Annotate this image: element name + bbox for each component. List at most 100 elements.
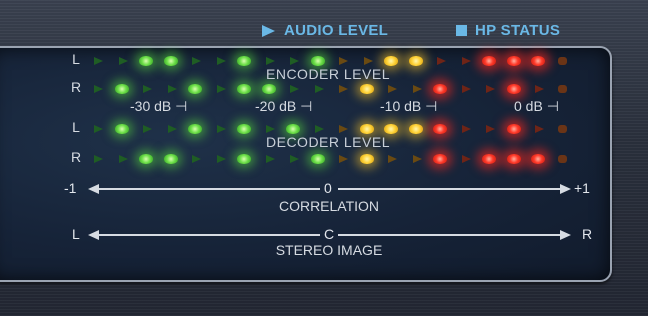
meter-led bbox=[461, 85, 471, 93]
meter-led bbox=[433, 124, 447, 134]
stereo-image-caption: STEREO IMAGE bbox=[275, 242, 383, 258]
correlation-line-right bbox=[338, 188, 560, 190]
audio-level-indicator: AUDIO LEVEL bbox=[262, 22, 388, 39]
meter-led bbox=[363, 57, 373, 65]
meter-led bbox=[482, 56, 496, 66]
stereo-line-left bbox=[98, 234, 320, 236]
meter-led bbox=[433, 84, 447, 94]
meter-led bbox=[384, 124, 398, 134]
stereo-right: R bbox=[582, 226, 593, 242]
meter-led bbox=[237, 124, 251, 134]
audio-level-label: AUDIO LEVEL bbox=[284, 22, 389, 39]
meter-led bbox=[412, 85, 422, 93]
meter-led bbox=[163, 154, 178, 164]
arrow-right-icon bbox=[560, 184, 571, 194]
meter-led bbox=[506, 56, 521, 66]
meter-led bbox=[388, 155, 397, 163]
meter-led bbox=[290, 57, 299, 65]
meter-led bbox=[506, 124, 521, 134]
meter-led bbox=[310, 56, 325, 66]
hp-status-indicator: HP STATUS bbox=[456, 22, 560, 39]
meter-led bbox=[486, 125, 495, 133]
meter-led bbox=[139, 154, 153, 164]
meter-led bbox=[114, 124, 129, 134]
meter-led bbox=[339, 85, 348, 93]
meter-led bbox=[557, 125, 567, 133]
meter-led bbox=[94, 85, 103, 93]
meter-led bbox=[408, 56, 423, 66]
meter-led bbox=[359, 154, 374, 164]
meter-led bbox=[461, 125, 471, 133]
hp-status-label: HP STATUS bbox=[475, 22, 561, 39]
meter-led bbox=[237, 56, 251, 66]
meter-led bbox=[482, 154, 496, 164]
meter-led bbox=[143, 85, 152, 93]
meter-row-label: R bbox=[70, 149, 82, 165]
meter-led bbox=[461, 155, 471, 163]
meter-led bbox=[237, 154, 251, 164]
meter-led bbox=[167, 125, 177, 133]
encoder-level-label: ENCODER LEVEL bbox=[266, 66, 390, 82]
correlation-line-left bbox=[98, 188, 320, 190]
meter-led bbox=[506, 154, 521, 164]
meter-led bbox=[461, 57, 471, 65]
meter-led bbox=[216, 85, 226, 93]
meter-led bbox=[557, 85, 567, 93]
meter-led bbox=[557, 155, 567, 163]
meter-led bbox=[314, 125, 324, 133]
meter-led bbox=[535, 85, 544, 93]
meter-led bbox=[531, 56, 545, 66]
meter-led bbox=[192, 57, 201, 65]
db-mark-20: -20 dB ⊣ bbox=[255, 98, 313, 114]
meter-row-label: L bbox=[72, 51, 80, 67]
meter-led bbox=[339, 155, 348, 163]
db-mark-0: 0 dB ⊣ bbox=[514, 98, 559, 114]
meter-led bbox=[437, 57, 446, 65]
meter-led bbox=[192, 155, 201, 163]
meter-led bbox=[359, 124, 374, 134]
meter-led bbox=[94, 57, 103, 65]
meter-led bbox=[486, 85, 495, 93]
meter-led bbox=[139, 56, 153, 66]
meter-led bbox=[339, 57, 348, 65]
square-icon bbox=[456, 25, 467, 36]
meter-led bbox=[216, 125, 226, 133]
meter-led bbox=[290, 85, 299, 93]
correlation-min: -1 bbox=[64, 180, 77, 196]
correlation-caption: CORRELATION bbox=[278, 198, 380, 214]
meter-led bbox=[216, 155, 226, 163]
meter-led bbox=[286, 124, 300, 134]
meter-led bbox=[290, 155, 299, 163]
meter-led bbox=[188, 124, 202, 134]
meter-led bbox=[167, 85, 177, 93]
decoder-level-label: DECODER LEVEL bbox=[266, 134, 390, 150]
meter-led bbox=[433, 154, 447, 164]
meter-led bbox=[557, 57, 567, 65]
meter-led bbox=[216, 57, 226, 65]
meter-led bbox=[118, 57, 128, 65]
meter-led bbox=[237, 84, 251, 94]
meter-led bbox=[506, 84, 521, 94]
correlation-max: +1 bbox=[574, 180, 590, 196]
meter-led bbox=[408, 124, 423, 134]
meter-led bbox=[310, 154, 325, 164]
meter-led bbox=[265, 155, 275, 163]
meter-row-label: R bbox=[70, 79, 82, 95]
meter-led bbox=[188, 84, 202, 94]
meter-led bbox=[359, 84, 374, 94]
meter-row-label: L bbox=[72, 119, 80, 135]
db-mark-10: -10 dB ⊣ bbox=[380, 98, 438, 114]
correlation-center: 0 bbox=[324, 180, 332, 196]
meter-led bbox=[265, 57, 275, 65]
meter-led bbox=[265, 125, 275, 133]
meter-led bbox=[261, 84, 276, 94]
stereo-line-right bbox=[338, 234, 560, 236]
meter-led bbox=[114, 84, 129, 94]
stereo-left: L bbox=[72, 226, 80, 242]
arrow-right-icon bbox=[560, 230, 571, 240]
triangle-icon bbox=[262, 24, 275, 37]
meter-led bbox=[535, 125, 544, 133]
meter-led bbox=[388, 85, 397, 93]
meter-led bbox=[412, 155, 422, 163]
meter-led bbox=[531, 154, 545, 164]
